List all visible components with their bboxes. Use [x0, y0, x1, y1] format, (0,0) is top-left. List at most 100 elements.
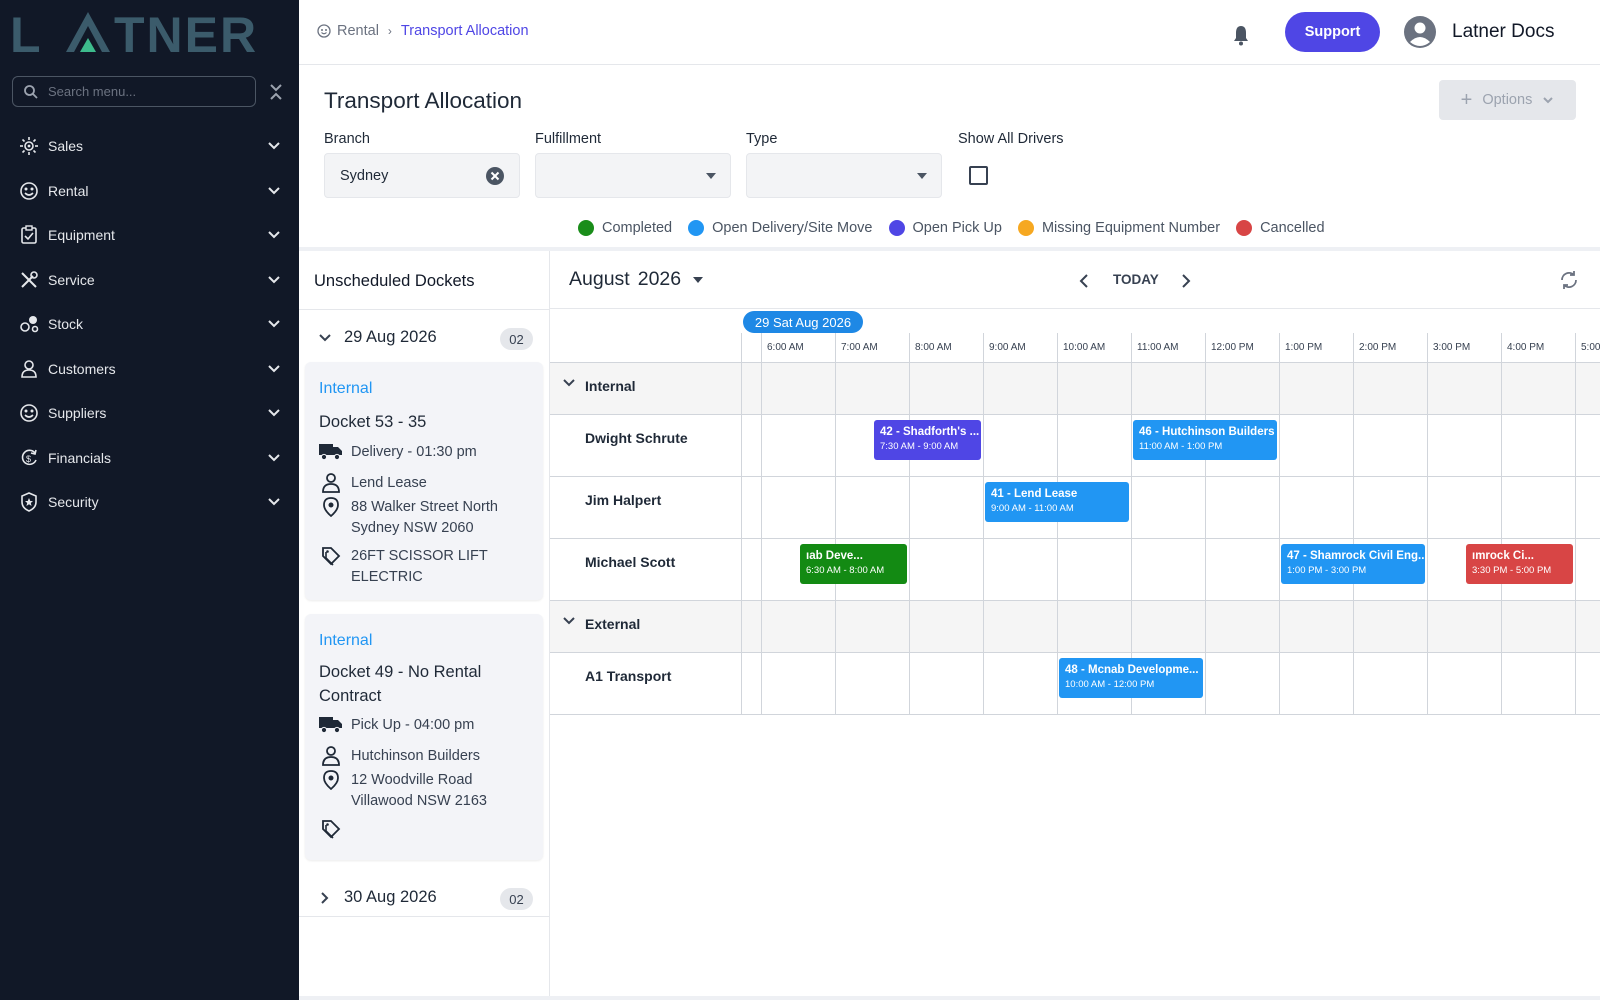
options-label: Options [1482, 92, 1533, 108]
financials-icon: $ [18, 447, 40, 469]
resource-group-row[interactable] [550, 362, 1600, 414]
docket-service: Pick Up - 04:00 pm [351, 717, 475, 733]
docket-address-line2: Villawood NSW 2163 [351, 793, 487, 809]
sidebar-item-stock[interactable]: Stock [0, 302, 299, 347]
breadcrumb-current-page[interactable]: Transport Allocation [401, 23, 529, 39]
refresh-icon[interactable] [1558, 269, 1580, 291]
time-slot-label: 9:00 AM [989, 342, 1026, 353]
schedule-event[interactable]: 46 - Hutchinson Builders 11:00 AM - 1:00 … [1133, 420, 1277, 460]
open-pickup-dot-icon [888, 220, 905, 236]
schedule-event[interactable]: 47 - Shamrock Civil Eng... 1:00 PM - 3:00… [1281, 544, 1425, 584]
fulfillment-select[interactable] [535, 153, 731, 198]
sidebar-item-customers[interactable]: Customers [0, 347, 299, 392]
docket-customer: Hutchinson Builders [351, 748, 480, 764]
schedule-event[interactable]: 48 - Mcnab Developme... 10:00 AM - 12:00 … [1059, 658, 1203, 698]
chevron-right-icon[interactable] [1180, 273, 1192, 289]
docket-title-line1: Docket 49 - No Rental [319, 663, 482, 681]
notification-bell-icon[interactable] [1231, 24, 1251, 46]
sales-icon [18, 135, 40, 157]
open-delivery-dot-icon [688, 220, 705, 236]
tag-icon [319, 546, 343, 568]
chevron-down-icon [268, 231, 280, 239]
sidebar-item-service[interactable]: Service [0, 258, 299, 303]
chevron-down-icon [268, 453, 280, 461]
search-menu-field[interactable]: Search menu... [12, 76, 256, 107]
chevron-down-icon[interactable] [562, 376, 576, 390]
schedule-event[interactable]: ımrock Ci... 3:30 PM - 5:00 PM [1466, 544, 1573, 584]
top-header: Rental › Transport Allocation Support La… [299, 0, 1600, 65]
sidebar-item-security[interactable]: Security [0, 480, 299, 525]
sidebar-item-suppliers[interactable]: Suppliers [0, 391, 299, 436]
chevron-down-icon [268, 142, 280, 150]
legend-item-missing-equipment: Missing Equipment Number [1017, 220, 1221, 236]
docket-equipment-row [319, 819, 351, 841]
show-all-drivers-checkbox[interactable] [969, 166, 988, 185]
collapse-sidebar-icon[interactable] [268, 82, 284, 102]
sidebar-item-label: Stock [48, 316, 84, 333]
chevron-down-icon[interactable] [562, 614, 576, 628]
event-title: 41 - Lend Lease [991, 488, 1078, 500]
date-group-date: 29 Aug 2026 [344, 328, 437, 346]
legend-label: Missing Equipment Number [1041, 220, 1221, 236]
sidebar-item-financials[interactable]: $ Financials [0, 436, 299, 481]
chevron-down-icon [268, 409, 280, 417]
time-slot-label: 8:00 AM [915, 342, 952, 353]
latner-logo[interactable]: L TNER [10, 8, 280, 56]
grid-line [550, 538, 1600, 539]
user-name[interactable]: Latner Docs [1452, 21, 1554, 43]
security-icon [18, 491, 40, 513]
docket-customer-row: Hutchinson Builders [319, 746, 480, 768]
sidebar-item-equipment[interactable]: Equipment [0, 213, 299, 258]
dropdown-arrow-icon [706, 173, 716, 179]
chevron-left-icon[interactable] [1078, 273, 1090, 289]
docket-card[interactable]: Internal Docket 53 - 35 Delivery - 01:30… [305, 362, 543, 600]
show-all-drivers-label: Show All Drivers [958, 131, 1064, 147]
svg-text:$: $ [26, 454, 31, 464]
date-group-date: 30 Aug 2026 [344, 888, 437, 906]
tag-icon [319, 819, 343, 841]
grid-line [1427, 333, 1428, 714]
month-selector[interactable]: August 2026 [569, 268, 704, 291]
svg-text:L: L [10, 8, 43, 56]
type-select[interactable] [746, 153, 942, 198]
date-group-count-badge: 02 [500, 328, 533, 350]
sidebar-item-sales[interactable]: Sales [0, 124, 299, 169]
event-title: 42 - Shadforth's ... [880, 426, 980, 438]
clear-icon[interactable] [485, 166, 505, 186]
date-group-header[interactable]: 30 Aug 2026 02 [299, 879, 549, 917]
options-button[interactable]: + Options [1439, 80, 1576, 120]
branch-select[interactable]: Sydney [324, 153, 520, 198]
month-name: August [569, 268, 630, 290]
user-avatar-icon[interactable] [1404, 16, 1436, 48]
date-group-header[interactable]: 29 Aug 2026 02 [299, 319, 549, 357]
page-title: Transport Allocation [324, 88, 523, 113]
breadcrumb-rental-link[interactable]: Rental [337, 23, 379, 39]
sidebar-item-rental[interactable]: Rental [0, 169, 299, 214]
today-button[interactable]: TODAY [1113, 272, 1159, 287]
current-date-pill[interactable]: 29 Sat Aug 2026 [743, 311, 863, 333]
schedule-event[interactable]: ıab Deve... 6:30 AM - 8:00 AM [800, 544, 907, 584]
docket-address-row: 12 Woodville Road Villawood NSW 2163 [319, 770, 487, 812]
docket-card[interactable]: Internal Docket 49 - No Rental Contract … [305, 614, 543, 860]
time-slot-label: 2:00 PM [1359, 342, 1397, 353]
sidebar-item-label: Service [48, 271, 95, 288]
time-slot-label: 6:00 AM [767, 342, 804, 353]
time-slot-label: 12:00 PM [1211, 342, 1254, 353]
docket-address-line1: 88 Walker Street North [351, 499, 498, 515]
year: 2026 [637, 268, 682, 290]
sidebar-item-label: Customers [48, 360, 116, 377]
chevron-down-icon [268, 275, 280, 283]
grid-line [983, 333, 984, 714]
event-title: 47 - Shamrock Civil Eng... [1287, 550, 1425, 562]
customers-icon [18, 358, 40, 380]
rental-breadcrumb-icon [317, 24, 331, 38]
support-button[interactable]: Support [1285, 12, 1380, 52]
breadcrumb-separator-icon: › [387, 24, 392, 38]
event-time: 9:00 AM - 11:00 AM [991, 503, 1074, 514]
schedule-event[interactable]: 41 - Lend Lease 9:00 AM - 11:00 AM [985, 482, 1129, 522]
schedule-event[interactable]: 42 - Shadforth's ... 7:30 AM - 9:00 AM [874, 420, 981, 460]
grid-line [1501, 333, 1502, 714]
grid-line [1353, 333, 1354, 714]
resource-group-row[interactable] [550, 600, 1600, 652]
grid-line [550, 652, 1600, 653]
